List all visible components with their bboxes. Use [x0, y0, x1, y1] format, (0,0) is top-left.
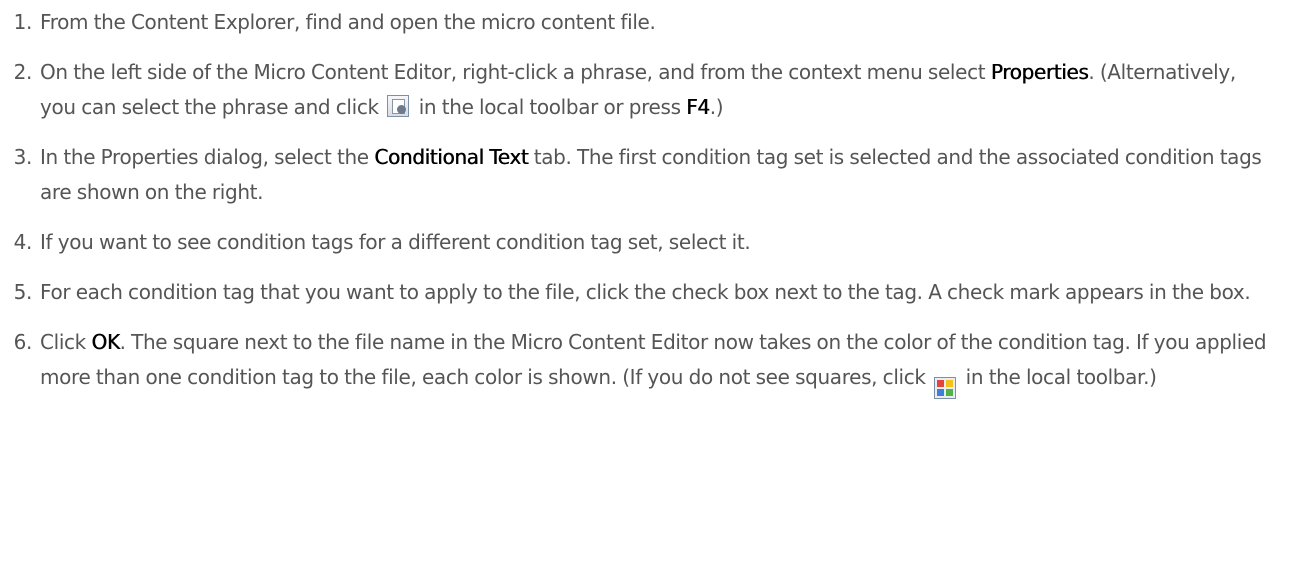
step-text: Click OK. The square next to the file na…	[40, 330, 1267, 399]
step-text-run: For each condition tag that you want to …	[40, 280, 1251, 304]
square-swatch	[946, 389, 954, 396]
step-6: 6. Click OK. The square next to the file…	[0, 325, 1270, 399]
properties-icon	[387, 95, 410, 117]
ui-term-conditional-text: Conditional Text	[374, 145, 529, 169]
step-text-run: in the local toolbar or press	[413, 95, 687, 119]
step-1: 1. From the Content Explorer, find and o…	[0, 5, 1270, 40]
square-swatch	[937, 389, 945, 396]
step-number: 5.	[13, 280, 33, 304]
step-text-run: From the Content Explorer, find and open…	[40, 10, 656, 34]
step-text-run: In the Properties dialog, select the	[40, 145, 375, 169]
square-swatch	[937, 380, 945, 387]
ui-term-properties: Properties	[990, 60, 1089, 84]
step-text: If you want to see condition tags for a …	[40, 230, 751, 254]
step-number: 2.	[13, 60, 33, 84]
step-text-run: .)	[709, 95, 724, 119]
step-number: 1.	[13, 10, 33, 34]
step-number: 3.	[13, 145, 33, 169]
show-condition-squares-icon	[934, 377, 957, 399]
step-2: 2. On the left side of the Micro Content…	[0, 55, 1270, 125]
key-f4: F4	[686, 95, 710, 119]
step-text: For each condition tag that you want to …	[40, 280, 1251, 304]
square-swatch	[946, 380, 954, 387]
step-text-run: If you want to see condition tags for a …	[40, 230, 751, 254]
step-number: 4.	[13, 230, 33, 254]
step-4: 4. If you want to see condition tags for…	[0, 225, 1270, 260]
step-text-run: in the local toolbar.)	[960, 365, 1157, 389]
step-text: On the left side of the Micro Content Ed…	[40, 60, 1236, 119]
step-text-run: Click	[40, 330, 92, 354]
step-3: 3. In the Properties dialog, select the …	[0, 140, 1270, 210]
step-text: From the Content Explorer, find and open…	[40, 10, 656, 34]
step-number: 6.	[13, 330, 33, 354]
step-text: In the Properties dialog, select the Con…	[40, 145, 1262, 204]
ui-term-ok: OK	[91, 330, 120, 354]
procedure-steps: 1. From the Content Explorer, find and o…	[0, 5, 1289, 399]
step-text-run: On the left side of the Micro Content Ed…	[40, 60, 991, 84]
step-5: 5. For each condition tag that you want …	[0, 275, 1270, 310]
